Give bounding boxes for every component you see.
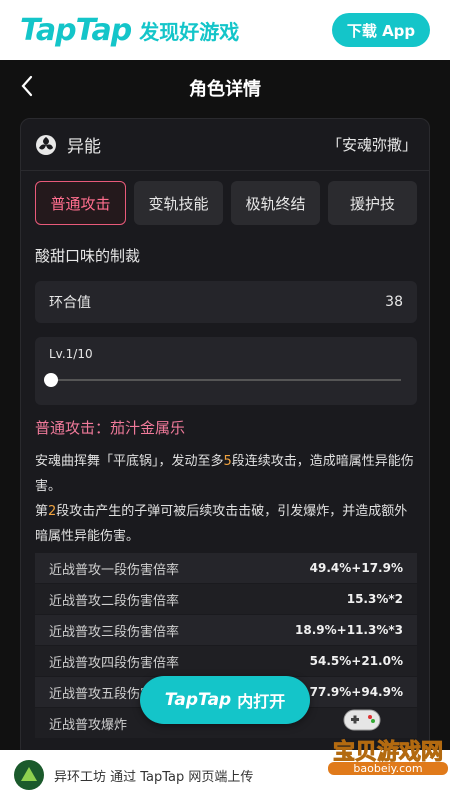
type-label: 异能 [67,137,101,157]
level-selector: Lv.1/10 [35,337,417,405]
skill-name: 酸甜口味的制裁 [35,247,141,265]
table-row: 近战普攻四段伤害倍率 54.5%+21.0% [35,646,417,676]
level-label: Lv.1/10 [49,347,93,361]
table-row: 近战普攻二段伤害倍率 15.3%*2 [35,584,417,614]
taptap-banner: TapTap 发现好游戏 下载 App [0,0,450,60]
level-slider[interactable] [44,373,401,387]
row-label: 近战普攻二段伤害倍率 [49,593,180,609]
skill-card: 异能 「安魂弥撒」 普通攻击 变轨技能 极轨终结 援护技 酸甜口味的制裁 环合值… [20,118,430,758]
table-row: 近战普攻一段伤害倍率 49.4%+17.9% [35,553,417,583]
row-value: 54.5%+21.0% [309,654,403,668]
row-value: 15.3%*2 [346,592,403,606]
row-label: 近战普攻三段伤害倍率 [49,624,180,640]
tab-normal-attack[interactable]: 普通攻击 [35,181,126,225]
open-in-taptap-button[interactable]: TapTap 内打开 [140,676,310,724]
stat-label: 环合值 [49,295,91,311]
row-label: 近战普攻四段伤害倍率 [49,655,180,671]
desc-highlight: 5 [223,454,232,469]
tab-orbit-skill[interactable]: 变轨技能 [134,181,223,225]
slider-thumb[interactable] [44,373,58,387]
back-arrow-icon[interactable] [16,74,40,98]
site-watermark: 宝贝游戏网 baobeiy.com [328,704,448,776]
open-brand: TapTap [164,690,232,710]
gamepad-icon [343,709,381,731]
row-label: 近战普攻爆炸 [49,717,128,733]
page-header: 角色详情 [0,60,450,116]
open-label: 内打开 [237,692,286,711]
row-value: 77.9%+94.9% [309,685,403,699]
row-value: 18.9%+11.3%*3 [295,623,403,637]
description-title: 普通攻击：茄汁金属乐 [35,419,186,437]
watermark-url: baobeiy.com [328,762,448,775]
footer-text: 异环工坊 通过 TapTap 网页端上传 [54,769,254,785]
character-name: 「安魂弥撒」 [326,136,417,154]
table-row: 近战普攻三段伤害倍率 18.9%+11.3%*3 [35,615,417,645]
desc-text: 安魂曲挥舞「平底锅」，发动至多 [35,454,224,469]
tab-orbit-finisher[interactable]: 极轨终结 [231,181,320,225]
skill-description: 安魂曲挥舞「平底锅」，发动至多5段连续攻击，造成暗属性异能伤害。 第2段攻击产生… [35,449,417,549]
row-label: 近战普攻一段伤害倍率 [49,562,180,578]
logo-slogan: 发现好游戏 [139,19,240,44]
card-header: 异能 「安魂弥撒」 [21,119,429,171]
developer-avatar[interactable] [14,760,44,790]
esper-type-icon [36,134,56,155]
desc-text: 第 [35,504,49,519]
download-app-button[interactable]: 下载 App [332,13,430,47]
row-value: 49.4%+17.9% [309,561,403,575]
desc-text: 段攻击产生的子弹可被后续攻击击破，引发爆炸，并造成额外暗属性异能伤害。 [35,504,408,544]
taptap-logo[interactable]: TapTap 发现好游戏 [20,13,239,48]
stat-value: 38 [385,294,403,310]
tab-support-skill[interactable]: 援护技 [328,181,417,225]
stat-row: 环合值 38 [35,281,417,323]
page-title: 角色详情 [189,79,261,100]
skill-tabs: 普通攻击 变轨技能 极轨终结 援护技 [35,181,417,225]
logo-text: TapTap [20,12,132,48]
